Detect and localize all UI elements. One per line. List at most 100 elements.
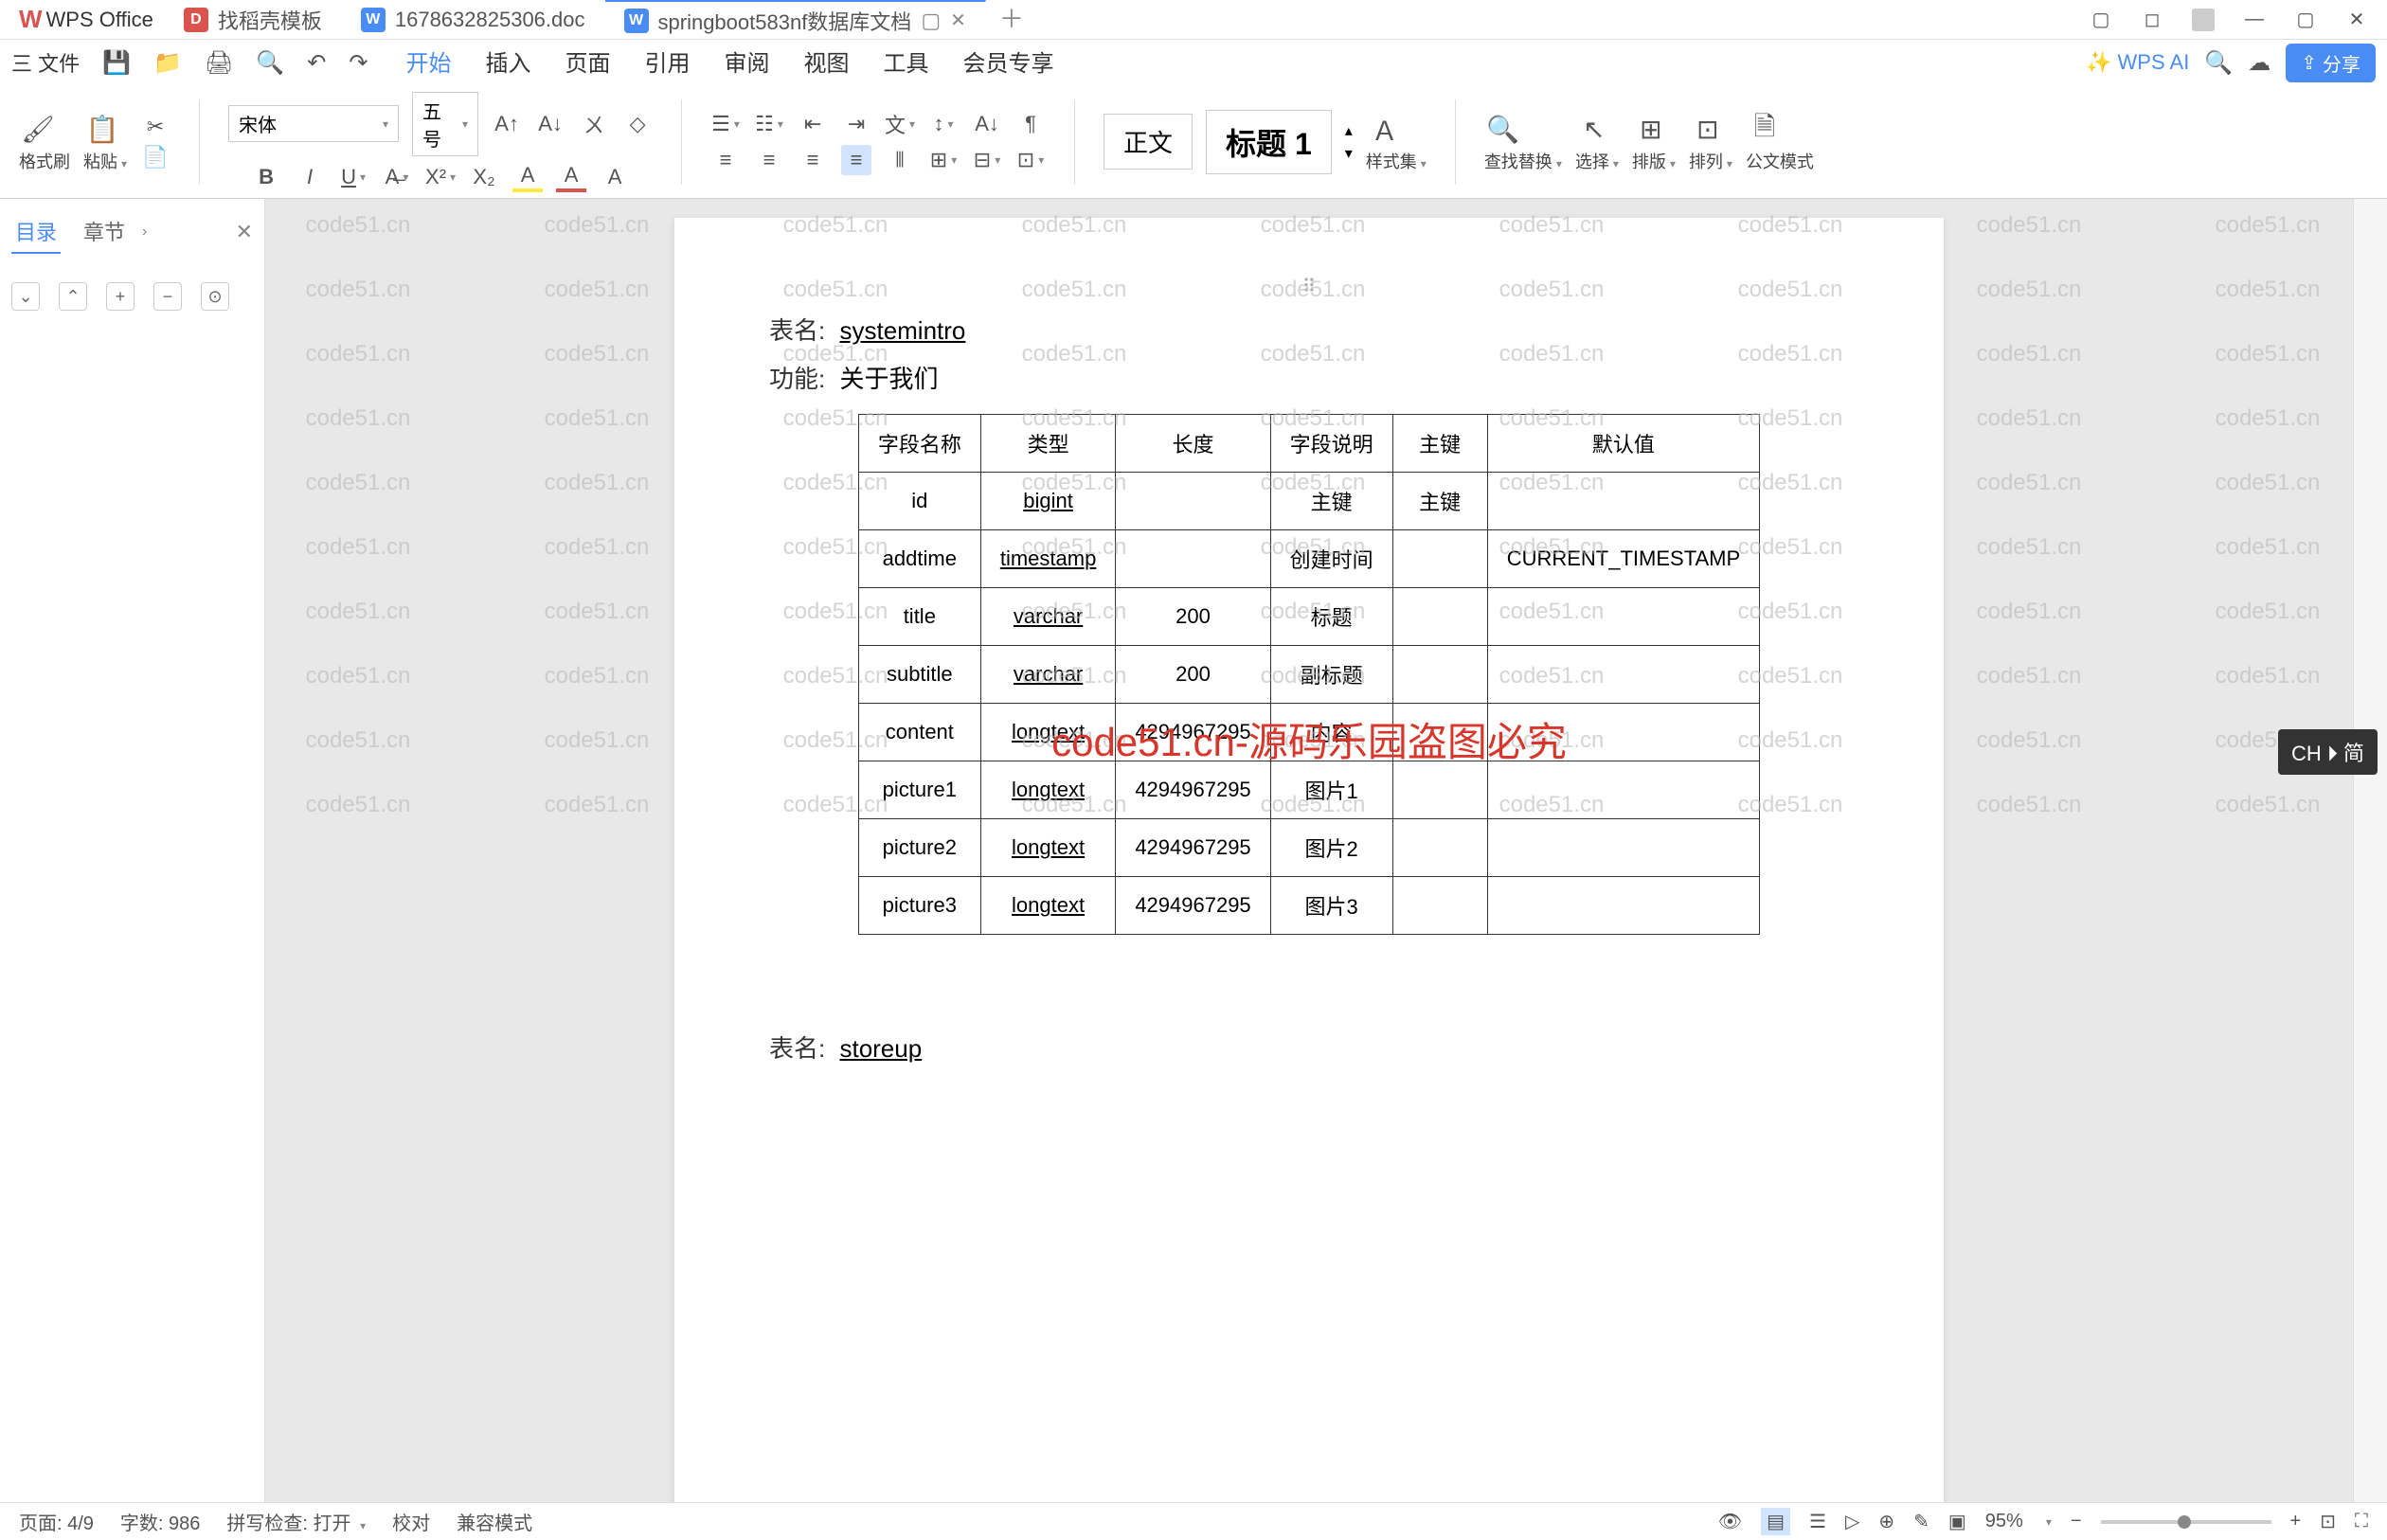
view-focus-icon[interactable]: ▣ [1948,1510,1966,1533]
more-icon[interactable]: ⊙ [201,282,229,311]
italic-icon[interactable]: I [295,162,325,192]
menu-start[interactable]: 开始 [405,35,451,90]
align-left-icon[interactable]: ≡ [710,145,741,175]
align-right-icon[interactable]: ≡ [798,145,828,175]
sort-icon[interactable]: A↓ [972,109,1002,139]
file-menu[interactable]: 三 文件 [11,38,80,87]
tab-doc2-active[interactable]: W springboot583nf数据库文档 ▢ ✕ [605,0,986,39]
search-icon[interactable]: 🔍 [2204,49,2233,77]
highlight-icon[interactable]: A [512,162,543,192]
view-read-icon[interactable]: ▷ [1845,1510,1859,1533]
multi-window-icon[interactable]: ▢ [2090,9,2112,31]
menu-reference[interactable]: 引用 [644,35,690,90]
new-tab-button[interactable]: ＋ [986,0,1037,39]
folder-icon[interactable]: 📁 [153,49,182,77]
status-proof[interactable]: 校对 [392,1508,430,1535]
line-spacing-icon[interactable]: ↕▾ [928,109,959,139]
undo-icon[interactable]: ↶ [307,49,326,77]
wps-ai-button[interactable]: ✨ WPS AI [2086,50,2189,75]
menu-member[interactable]: 会员专享 [962,35,1053,90]
tabs-icon[interactable]: ⊡▾ [1015,145,1046,175]
strikethrough-icon[interactable]: A̶▾ [382,162,412,192]
copy-icon[interactable]: 📄 [140,142,170,172]
phonetic-icon[interactable]: ㄨ [579,109,609,139]
increase-font-icon[interactable]: A↑ [492,109,522,139]
drag-handle-icon[interactable]: ⠿ [769,275,1849,298]
font-color-icon[interactable]: A [556,162,586,192]
share-button[interactable]: ⇪ 分享 [2286,44,2376,82]
style-normal[interactable]: 正文 [1104,114,1193,170]
distribute-icon[interactable]: ⫴ [885,145,915,175]
layout-icon[interactable]: ⊞ [1632,111,1670,149]
paste-icon[interactable]: 📋 [83,111,121,149]
zoom-value[interactable]: 95% [1985,1511,2023,1532]
fit-width-icon[interactable]: ⊡ [2320,1510,2336,1533]
bold-icon[interactable]: B [251,162,281,192]
status-spell[interactable]: 拼写检查: 打开 ▾ [226,1508,366,1535]
style-nav-up-icon[interactable]: ▴ [1345,121,1353,140]
font-name-select[interactable]: 宋体▾ [228,105,399,142]
arrange-icon[interactable]: ⊡ [1689,111,1727,149]
remove-icon[interactable]: − [153,282,182,311]
bullet-list-icon[interactable]: ☰▾ [710,109,741,139]
style-nav-down-icon[interactable]: ▾ [1345,144,1353,163]
style-heading1[interactable]: 标题 1 [1206,110,1332,174]
superscript-icon[interactable]: X²▾ [425,162,456,192]
zoom-slider[interactable] [2101,1520,2271,1524]
align-center-icon[interactable]: ≡ [754,145,784,175]
eye-icon[interactable]: 👁 [1718,1510,1742,1533]
avatar-icon[interactable] [2192,9,2215,31]
save-icon[interactable]: 💾 [102,49,131,77]
sidebar-close-icon[interactable]: ✕ [236,220,253,244]
format-painter-icon[interactable]: 🖌 [19,111,57,149]
preview-icon[interactable]: 🔍 [256,49,284,77]
menu-review[interactable]: 审阅 [724,35,769,90]
text-wrap-icon[interactable]: ⊞▾ [928,145,959,175]
view-outline-icon[interactable]: ☰ [1809,1510,1826,1533]
show-marks-icon[interactable]: ¶ [1015,109,1046,139]
number-list-icon[interactable]: ☷▾ [754,109,784,139]
select-icon[interactable]: ↖ [1575,111,1613,149]
cut-icon[interactable]: ✂ [140,112,170,142]
collapse-down-icon[interactable]: ⌄ [11,282,40,311]
text-direction-icon[interactable]: 文▾ [885,109,915,139]
zoom-out-icon[interactable]: − [2071,1511,2082,1532]
menu-tools[interactable]: 工具 [883,35,928,90]
tab-template[interactable]: D 找稻壳模板 [165,0,342,39]
document-area[interactable]: code51.cn-源码乐园盗图必究 ⠿ 表名: systemintro 功能:… [265,199,2353,1502]
menu-page[interactable]: 页面 [565,35,610,90]
sidebar-tab-chapter[interactable]: 章节 [80,210,129,254]
maximize-icon[interactable]: ▢ [2294,9,2317,31]
minimize-icon[interactable]: — [2243,9,2266,31]
tab-doc1[interactable]: W 1678632825306.doc [342,0,605,39]
style-set-icon[interactable]: Ａ [1366,111,1404,149]
clear-format-icon[interactable]: ◇ [622,109,653,139]
fullscreen-icon[interactable]: ⛶ [2355,1511,2368,1532]
print-icon[interactable]: 🖨 [205,49,233,77]
shading-icon[interactable]: A [600,162,630,192]
view-edit-icon[interactable]: ✎ [1913,1510,1929,1533]
cube-icon[interactable]: ◻ [2141,9,2163,31]
find-icon[interactable]: 🔍 [1484,111,1522,149]
formula-mode-icon[interactable]: 🗎 [1746,111,1784,149]
status-page[interactable]: 页面: 4/9 [19,1508,94,1535]
zoom-thumb[interactable] [2178,1515,2191,1529]
cloud-icon[interactable]: ☁ [2248,49,2270,77]
redo-icon[interactable]: ↷ [349,49,368,77]
align-justify-icon[interactable]: ≡ [841,145,871,175]
menu-insert[interactable]: 插入 [485,35,530,90]
close-window-icon[interactable]: ✕ [2345,9,2368,31]
subscript-icon[interactable]: X₂ [469,162,499,192]
add-icon[interactable]: + [106,282,135,311]
sidebar-tab-toc[interactable]: 目录 [11,210,61,254]
columns-icon[interactable]: ⊟▾ [972,145,1002,175]
menu-view[interactable]: 视图 [803,35,849,90]
close-icon[interactable]: ✕ [950,9,966,32]
view-page-icon[interactable]: ▤ [1761,1508,1790,1535]
decrease-indent-icon[interactable]: ⇤ [798,109,828,139]
collapse-up-icon[interactable]: ⌃ [59,282,87,311]
font-size-select[interactable]: 五号▾ [412,92,478,156]
decrease-font-icon[interactable]: A↓ [535,109,565,139]
underline-icon[interactable]: U▾ [338,162,368,192]
status-words[interactable]: 字数: 986 [120,1508,200,1535]
